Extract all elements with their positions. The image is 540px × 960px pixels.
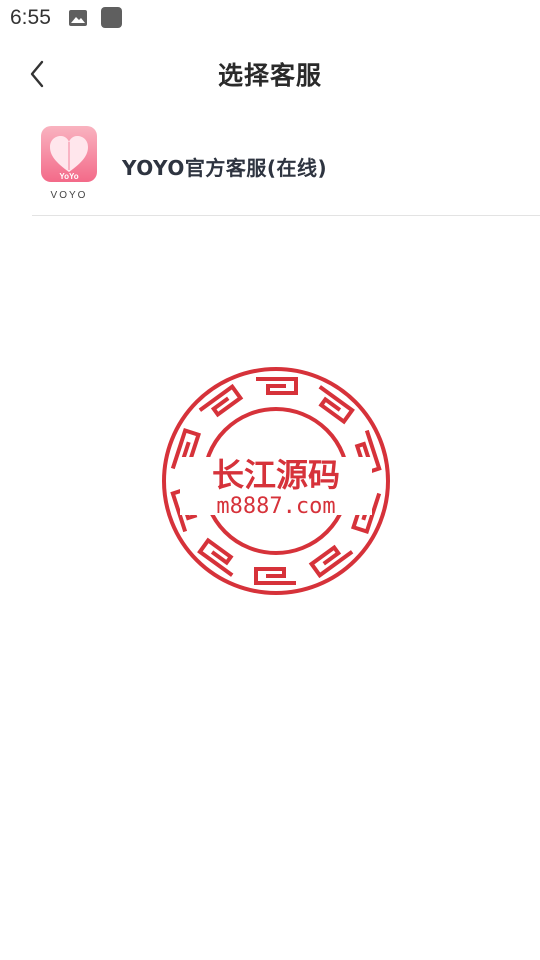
status-bar: 6:55 [0, 0, 540, 38]
status-time: 6:55 [10, 6, 51, 29]
service-list-item[interactable]: YoYo VOYO YOYO官方客服(在线) [32, 120, 540, 216]
watermark-title: 长江源码 [212, 456, 340, 494]
logo-brand-text: YoYo [59, 172, 78, 181]
logo-caption: VOYO [51, 190, 88, 201]
watermark-stamp: 长江源码 m8887.com [162, 367, 390, 595]
app-header: 选择客服 [0, 38, 540, 110]
service-name: YOYO官方客服(在线) [122, 156, 328, 180]
square-notification-icon [101, 7, 122, 28]
image-icon [69, 10, 87, 26]
yoyo-logo: YoYo VOYO [41, 126, 97, 201]
page-title: 选择客服 [217, 61, 322, 90]
watermark-url: m8887.com [216, 494, 335, 519]
